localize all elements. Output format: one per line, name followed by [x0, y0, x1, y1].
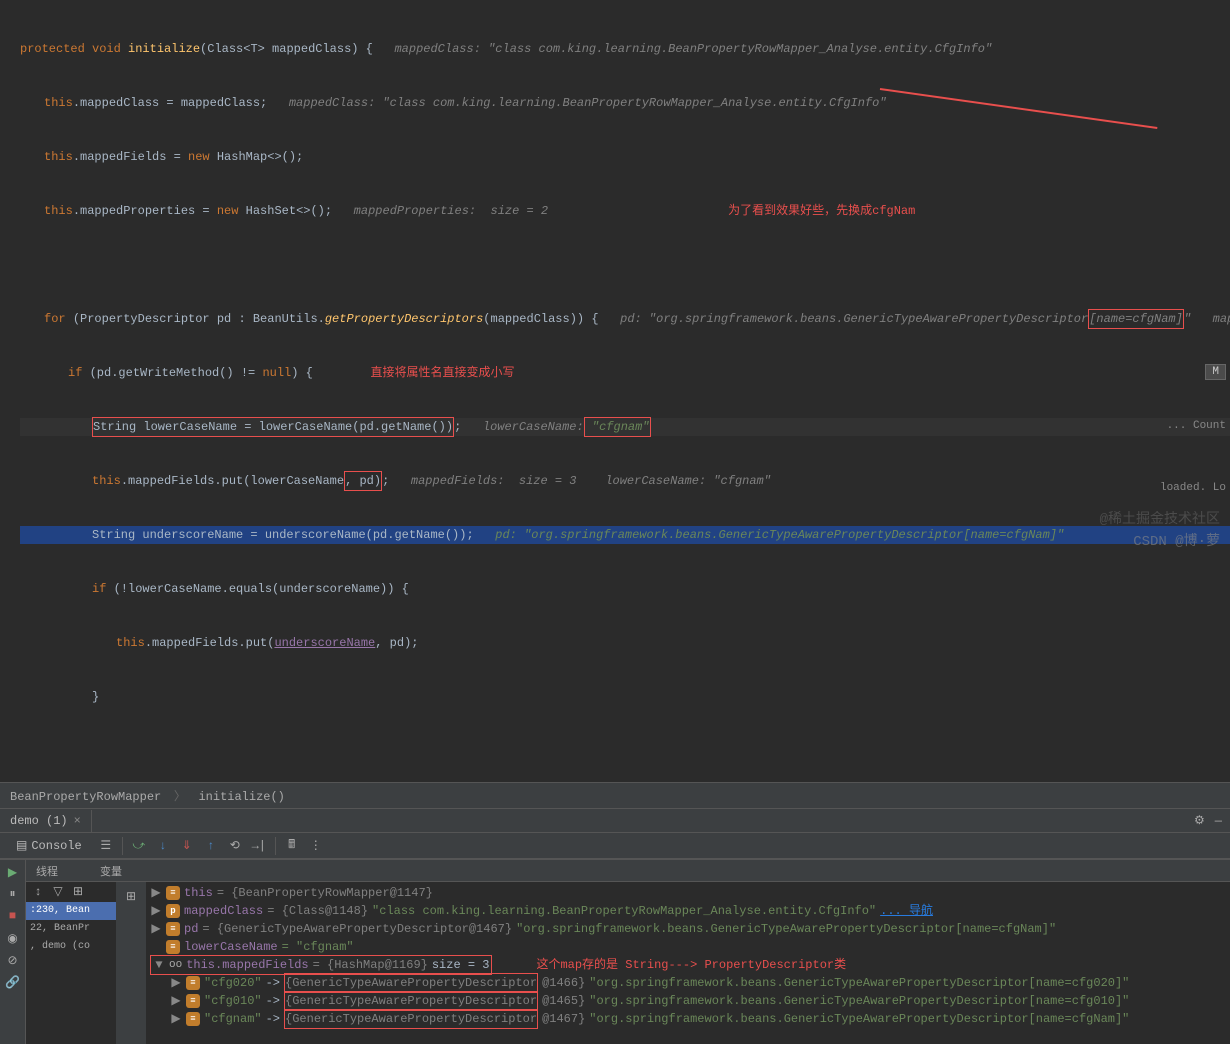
mute-breakpoints-icon[interactable]: ⊘ — [5, 952, 21, 968]
console-tab[interactable]: ▤ Console — [8, 838, 90, 853]
field-icon: ≡ — [186, 976, 200, 990]
debug-tab[interactable]: demo (1) × — [0, 810, 92, 832]
pause-icon[interactable]: ⏸ — [5, 886, 21, 902]
add-icon[interactable]: ⊞ — [70, 884, 86, 900]
field-icon: ≡ — [166, 940, 180, 954]
threads-header: 线程 — [26, 863, 90, 879]
debug-toolbar: ▤ Console ☰ ⤻ ↓ ⇓ ↑ ⟲ →| 🖩 ⋮ — [0, 833, 1230, 859]
field-icon: ≡ — [166, 922, 180, 936]
breadcrumb-class[interactable]: BeanPropertyRowMapper — [10, 790, 161, 804]
watermark: @稀土掘金技术社区 — [1100, 508, 1220, 528]
resume-icon[interactable]: ▶ — [5, 864, 21, 880]
expand-icon[interactable]: ⊞ — [123, 888, 139, 904]
expand-arrow-icon[interactable]: ▶ — [150, 920, 162, 938]
expand-arrow-icon[interactable]: ▶ — [170, 992, 182, 1010]
close-icon[interactable]: × — [74, 814, 81, 828]
evaluate-icon[interactable]: 🖩 — [284, 838, 300, 854]
minus-icon[interactable]: — — [1215, 814, 1230, 828]
memory-button[interactable]: M — [1205, 364, 1226, 380]
breadcrumb-method[interactable]: initialize() — [198, 790, 284, 804]
link-icon[interactable]: 🔗 — [5, 974, 21, 990]
expand-arrow-icon[interactable]: ▶ — [150, 902, 162, 920]
annotation-3: 这个map存的是 String---> PropertyDescriptor类 — [536, 956, 846, 974]
highlight-entry: {GenericTypeAwarePropertyDescriptor — [284, 1009, 538, 1029]
debug-panel: ▶ ⏸ ■ ◉ ⊘ 🔗 线程 变量 ↕ ▽ ⊞ :230, Bean 22, B… — [0, 859, 1230, 1044]
stack-frame[interactable]: :230, Bean — [26, 902, 116, 920]
annotation-2: 直接将属性名直接变成小写 — [313, 364, 515, 382]
variables-header: 变量 — [90, 863, 132, 879]
chevron-right-icon: 〉 — [174, 790, 186, 804]
field-icon: ≡ — [166, 886, 180, 900]
loaded-label: loaded. Lo — [1160, 482, 1226, 494]
annotation-1: 为了看到效果好些，先换成cfgNam — [728, 202, 915, 220]
highlight-pd-arg: , pd) — [344, 471, 382, 491]
watch-icon: oo — [169, 956, 182, 974]
debug-left-toolbar: ▶ ⏸ ■ ◉ ⊘ 🔗 — [0, 860, 26, 1044]
current-execution-line: String underscoreName = underscoreName(p… — [20, 526, 1230, 544]
highlight-name-cfgnam: [name=cfgNam] — [1088, 309, 1184, 329]
expand-arrow-icon[interactable]: ▶ — [170, 974, 182, 992]
watermark: CSDN @博·萝 — [1133, 530, 1220, 550]
field-icon: ≡ — [186, 1012, 200, 1026]
code-editor[interactable]: protected void initialize(Class<T> mappe… — [0, 0, 1230, 782]
highlight-mappedfields: ▼oothis.mappedFields = {HashMap@1169} si… — [150, 955, 492, 975]
trace-icon[interactable]: ⋮ — [308, 838, 324, 854]
stop-icon[interactable]: ■ — [5, 908, 21, 924]
drop-frame-icon[interactable]: ⟲ — [227, 838, 243, 854]
param-icon: p — [166, 904, 180, 918]
force-step-into-icon[interactable]: ⇓ — [179, 838, 195, 854]
filter-icon[interactable]: ↕ — [30, 884, 46, 900]
highlight-lowercasename-line: String lowerCaseName = lowerCaseName(pd.… — [92, 417, 454, 437]
layout-icon[interactable]: ☰ — [98, 838, 114, 854]
step-over-icon[interactable]: ⤻ — [131, 838, 147, 854]
funnel-icon[interactable]: ▽ — [50, 884, 66, 900]
run-to-cursor-icon[interactable]: →| — [251, 838, 267, 854]
frames-panel[interactable]: ↕ ▽ ⊞ :230, Bean 22, BeanPr , demo (co — [26, 882, 116, 1044]
variables-panel[interactable]: ▶≡this = {BeanPropertyRowMapper@1147} ▶p… — [146, 882, 1230, 1044]
gear-icon[interactable]: ⚙ — [1194, 813, 1215, 828]
field-icon: ≡ — [186, 994, 200, 1008]
step-out-icon[interactable]: ↑ — [203, 838, 219, 854]
stack-frame[interactable]: , demo (co — [26, 938, 116, 956]
stack-frame[interactable]: 22, BeanPr — [26, 920, 116, 938]
highlight-entry: {GenericTypeAwarePropertyDescriptor — [284, 973, 538, 993]
highlight-cfgnam-value: "cfgnam" — [584, 417, 651, 437]
step-into-icon[interactable]: ↓ — [155, 838, 171, 854]
navigate-link[interactable]: ... 导航 — [880, 902, 933, 920]
collapse-arrow-icon[interactable]: ▼ — [153, 956, 165, 974]
console-icon: ▤ — [16, 838, 27, 853]
debug-tab-bar: demo (1) × ⚙ — — [0, 809, 1230, 833]
count-label: ... Count — [1167, 420, 1226, 432]
breadcrumb[interactable]: BeanPropertyRowMapper 〉 initialize() — [0, 782, 1230, 809]
expand-arrow-icon[interactable]: ▶ — [170, 1010, 182, 1028]
view-breakpoints-icon[interactable]: ◉ — [5, 930, 21, 946]
highlight-entry: {GenericTypeAwarePropertyDescriptor — [284, 991, 538, 1011]
expand-arrow-icon[interactable]: ▶ — [150, 884, 162, 902]
